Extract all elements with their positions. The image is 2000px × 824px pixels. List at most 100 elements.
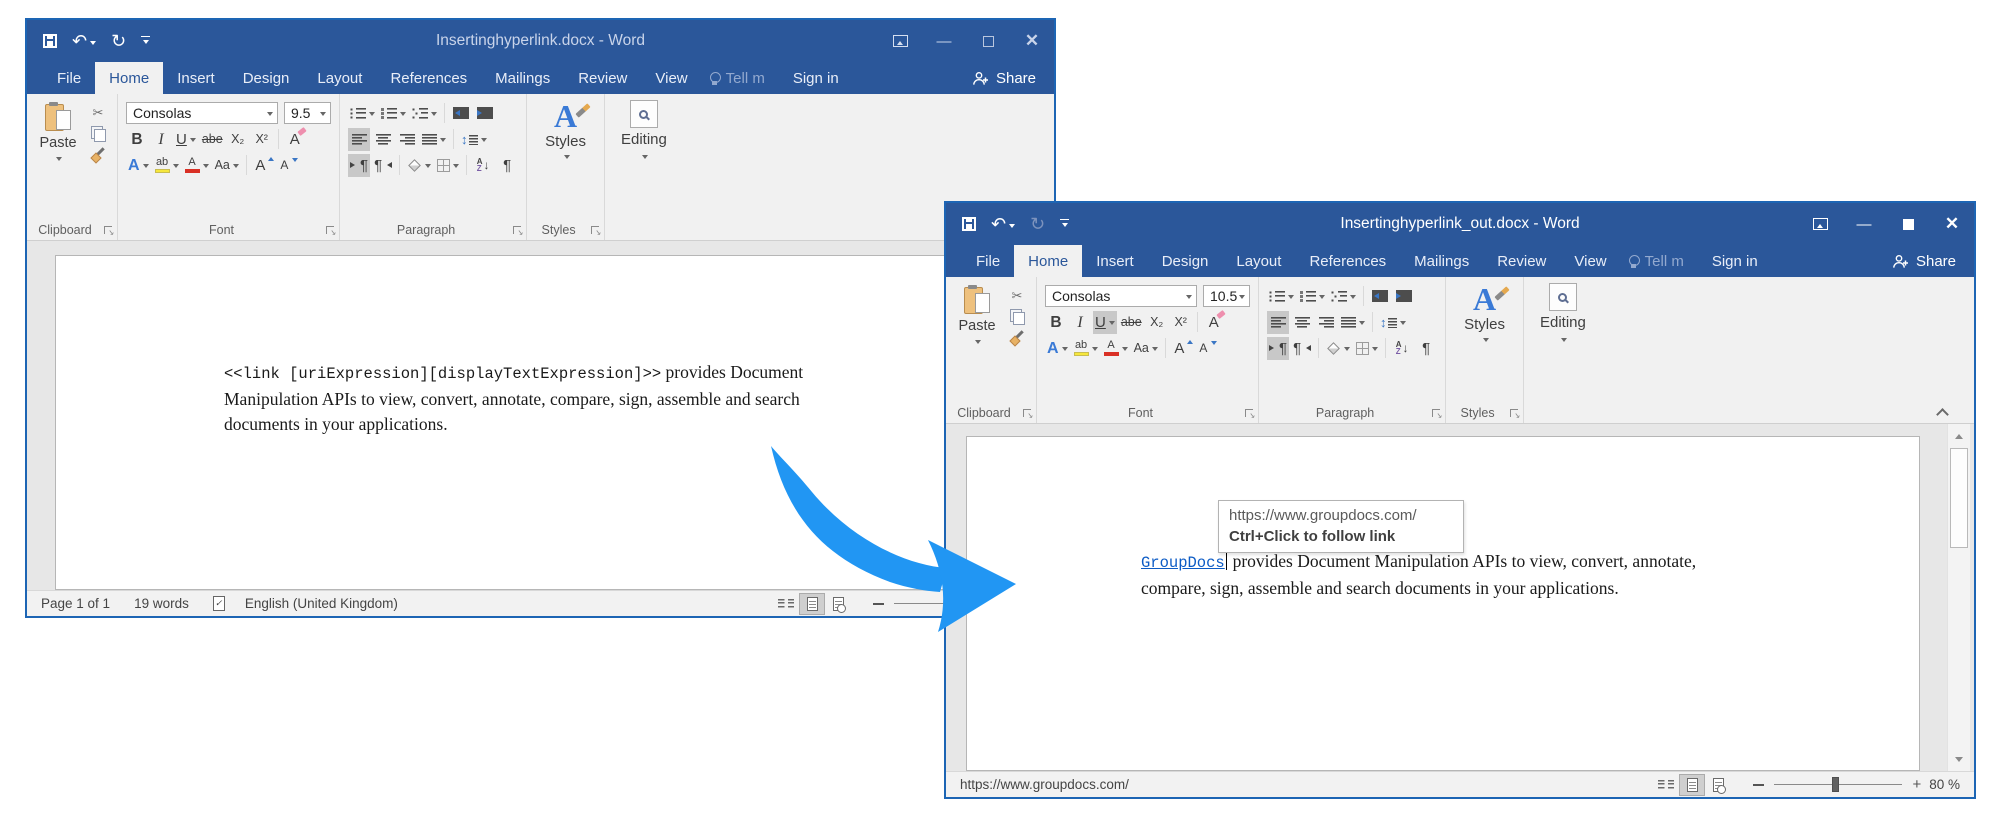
- align-center-button[interactable]: [1291, 311, 1313, 334]
- tab-layout[interactable]: Layout: [1222, 245, 1295, 277]
- find-button[interactable]: [1549, 283, 1577, 311]
- undo-button[interactable]: ↶: [72, 32, 96, 50]
- web-layout-button[interactable]: [1705, 774, 1731, 796]
- text-line[interactable]: <<link [uriExpression][displayTextExpres…: [224, 360, 1054, 387]
- tab-references[interactable]: References: [376, 62, 481, 94]
- subscript-button[interactable]: X₂: [227, 128, 249, 151]
- tab-review[interactable]: Review: [1483, 245, 1560, 277]
- ribbon-display-options-button[interactable]: [1798, 203, 1842, 245]
- align-left-button[interactable]: [348, 128, 370, 151]
- tab-design[interactable]: Design: [1148, 245, 1223, 277]
- tab-home[interactable]: Home: [95, 62, 163, 94]
- document-text[interactable]: <<link [uriExpression][displayTextExpres…: [56, 256, 1054, 437]
- save-button[interactable]: [43, 34, 57, 48]
- increase-indent-button[interactable]: [474, 102, 496, 125]
- tab-mailings[interactable]: Mailings: [481, 62, 564, 94]
- rtl-text-direction-button[interactable]: ¶: [1291, 337, 1313, 360]
- language-indicator[interactable]: English (United Kingdom): [245, 596, 398, 611]
- clear-formatting-button[interactable]: A: [284, 128, 306, 151]
- ribbon-display-options-button[interactable]: [878, 20, 922, 62]
- change-case-button[interactable]: Aa: [213, 154, 241, 177]
- tab-file[interactable]: File: [43, 62, 95, 94]
- collapse-ribbon-chevron[interactable]: [1937, 408, 1946, 417]
- tab-file[interactable]: File: [962, 245, 1014, 277]
- document-page[interactable]: <<link [uriExpression][displayTextExpres…: [55, 255, 1054, 590]
- editing-button[interactable]: Editing: [613, 100, 675, 162]
- dialog-launcher-icon[interactable]: [326, 226, 334, 234]
- tab-layout[interactable]: Layout: [303, 62, 376, 94]
- borders-button[interactable]: [1354, 337, 1380, 360]
- groupdocs-hyperlink[interactable]: GroupDocs: [1141, 554, 1225, 572]
- text-line[interactable]: Manipulation APIs to view, convert, anno…: [224, 387, 1054, 412]
- font-size-combo[interactable]: 9.5: [284, 102, 331, 124]
- numbering-button[interactable]: [1298, 285, 1327, 308]
- font-name-combo[interactable]: Consolas: [126, 102, 278, 124]
- superscript-button[interactable]: X²: [1170, 311, 1192, 334]
- tab-design[interactable]: Design: [229, 62, 304, 94]
- strikethrough-button[interactable]: abe: [200, 128, 225, 151]
- zoom-track[interactable]: [1774, 784, 1902, 785]
- undo-button[interactable]: ↶: [991, 215, 1015, 233]
- sort-button[interactable]: AZ↓: [1391, 337, 1413, 360]
- copy-button[interactable]: [87, 123, 109, 143]
- dialog-launcher-icon[interactable]: [1510, 409, 1518, 417]
- sign-in-button[interactable]: Sign in: [1698, 245, 1772, 277]
- read-mode-button[interactable]: [1653, 774, 1679, 796]
- change-case-button[interactable]: Aa: [1132, 337, 1160, 360]
- dialog-launcher-icon[interactable]: [1245, 409, 1253, 417]
- proofing-check-icon[interactable]: [213, 596, 225, 611]
- print-layout-button[interactable]: [799, 593, 825, 615]
- italic-button[interactable]: I: [150, 128, 172, 151]
- dialog-launcher-icon[interactable]: [1023, 409, 1031, 417]
- align-right-button[interactable]: [1315, 311, 1337, 334]
- grow-font-button[interactable]: A: [252, 154, 274, 177]
- highlight-button[interactable]: ab: [153, 154, 181, 177]
- align-left-button[interactable]: [1267, 311, 1289, 334]
- show-formatting-marks-button[interactable]: ¶: [1415, 337, 1437, 360]
- strikethrough-button[interactable]: abe: [1119, 311, 1144, 334]
- page-indicator[interactable]: Page 1 of 1: [41, 596, 110, 611]
- superscript-button[interactable]: X²: [251, 128, 273, 151]
- copy-button[interactable]: [1006, 306, 1028, 326]
- word-count[interactable]: 19 words: [134, 596, 189, 611]
- dialog-launcher-icon[interactable]: [104, 226, 112, 234]
- zoom-thumb[interactable]: [1832, 777, 1839, 792]
- paste-button[interactable]: Paste: [954, 283, 1000, 347]
- text-line[interactable]: documents in your applications.: [224, 412, 1054, 437]
- align-center-button[interactable]: [372, 128, 394, 151]
- zoom-percentage[interactable]: 80 %: [1929, 777, 1960, 792]
- align-right-button[interactable]: [396, 128, 418, 151]
- numbering-button[interactable]: [379, 102, 408, 125]
- text-line[interactable]: compare, sign, assemble and search docum…: [1141, 576, 1919, 601]
- font-color-button[interactable]: A: [183, 154, 211, 177]
- sign-in-button[interactable]: Sign in: [779, 62, 853, 94]
- tab-insert[interactable]: Insert: [163, 62, 229, 94]
- redo-button[interactable]: ↻: [111, 32, 126, 50]
- clear-formatting-button[interactable]: A: [1203, 311, 1225, 334]
- dialog-launcher-icon[interactable]: [1432, 409, 1440, 417]
- maximize-button[interactable]: [1886, 203, 1930, 245]
- underline-button[interactable]: U: [174, 128, 198, 151]
- close-button[interactable]: ✕: [1010, 20, 1054, 62]
- qat-customize-button[interactable]: [1060, 219, 1069, 230]
- line-spacing-button[interactable]: ↕: [1378, 311, 1408, 334]
- shrink-font-button[interactable]: A: [276, 154, 298, 177]
- zoom-in-icon[interactable]: +: [1912, 778, 1921, 792]
- ltr-text-direction-button[interactable]: ¶: [1267, 337, 1289, 360]
- ltr-text-direction-button[interactable]: ¶: [348, 154, 370, 177]
- maximize-button[interactable]: [966, 20, 1010, 62]
- scroll-down-button[interactable]: [1950, 750, 1968, 769]
- cut-button[interactable]: ✂: [87, 102, 109, 122]
- font-name-combo[interactable]: Consolas: [1045, 285, 1197, 307]
- share-button[interactable]: Share: [958, 62, 1054, 94]
- font-size-combo[interactable]: 10.5: [1203, 285, 1250, 307]
- font-color-button[interactable]: A: [1102, 337, 1130, 360]
- highlight-button[interactable]: ab: [1072, 337, 1100, 360]
- tab-view[interactable]: View: [641, 62, 701, 94]
- vertical-scrollbar[interactable]: [1947, 424, 1970, 771]
- text-effects-button[interactable]: A: [126, 154, 151, 177]
- increase-indent-button[interactable]: [1393, 285, 1415, 308]
- justify-button[interactable]: [1339, 311, 1367, 334]
- tab-insert[interactable]: Insert: [1082, 245, 1148, 277]
- minimize-button[interactable]: —: [1842, 203, 1886, 245]
